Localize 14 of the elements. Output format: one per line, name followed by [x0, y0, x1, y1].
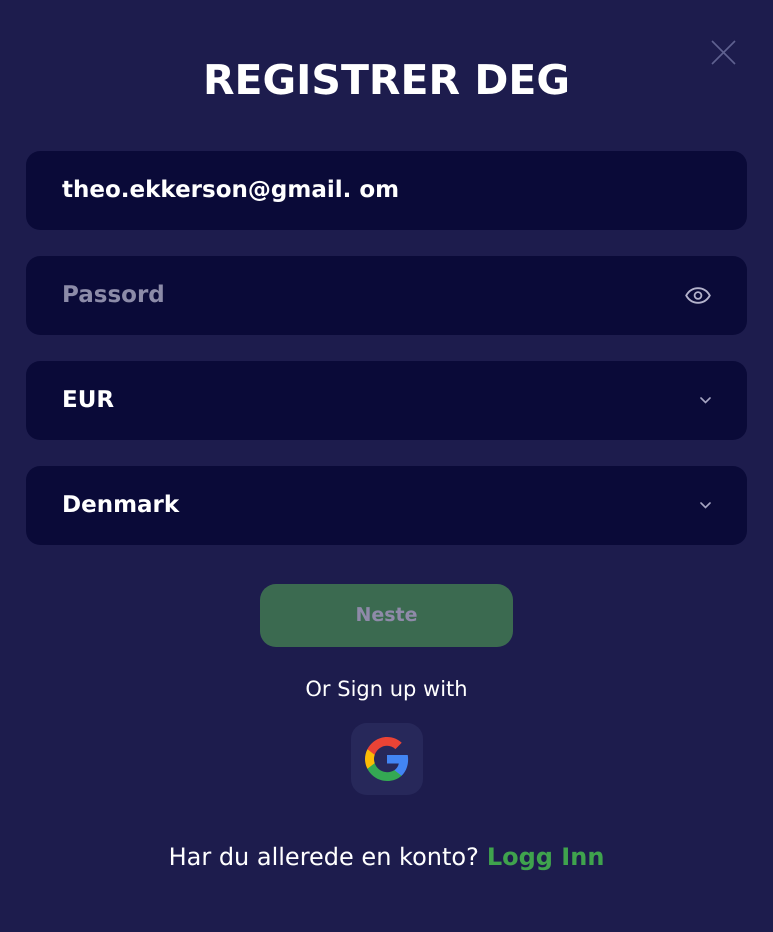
close-icon[interactable]	[711, 40, 736, 65]
sign-up-with-text: Or Sign up with	[305, 677, 468, 701]
google-sign-in-button[interactable]	[350, 723, 422, 795]
password-field[interactable]: Passord	[26, 256, 747, 335]
chevron-down-icon	[700, 397, 711, 404]
login-link[interactable]: Logg Inn	[486, 842, 604, 872]
dropdown-field[interactable]: EUR	[26, 361, 747, 440]
email-field[interactable]: theo.ekkerson@gmail. om	[26, 151, 747, 230]
google-logo-icon	[364, 737, 408, 781]
dialog-title: REGISTRER DEG	[202, 59, 570, 101]
account-question-text: Har du allerede en konto?	[168, 842, 479, 872]
dropdown-field[interactable]: Denmark	[26, 466, 747, 545]
eye-icon[interactable]	[685, 287, 711, 304]
chevron-down-icon	[700, 502, 711, 509]
